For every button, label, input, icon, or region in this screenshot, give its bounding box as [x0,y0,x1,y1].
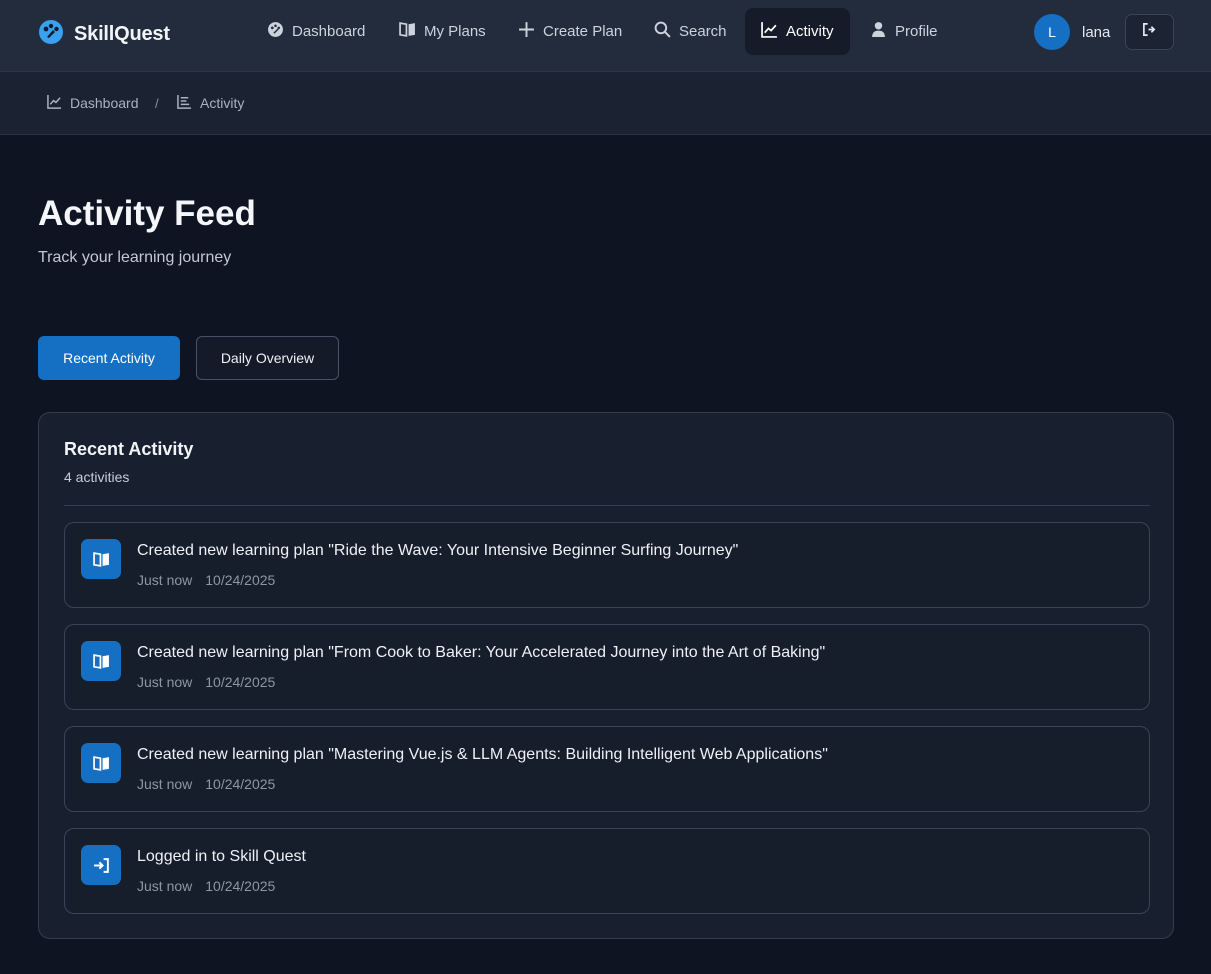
nav-label: My Plans [424,23,486,40]
sign-in-icon [81,845,121,885]
activity-time: Just now [137,572,193,588]
page-title: Activity Feed [38,194,256,233]
palette-icon [267,21,284,42]
activity-meta: Just now 10/24/2025 [137,878,275,894]
user-icon [870,21,887,42]
activity-text: Created new learning plan "Mastering Vue… [137,746,828,763]
tab-recent-activity[interactable]: Recent Activity [38,336,180,380]
breadcrumb-label: Activity [200,95,245,111]
activity-date: 10/24/2025 [205,776,276,792]
username: lana [1082,23,1111,41]
activity-text: Created new learning plan "Ride the Wave… [137,542,739,559]
activity-item[interactable]: Logged in to Skill Quest Just now 10/24/… [64,828,1150,914]
palette-icon [38,19,64,50]
activity-meta: Just now 10/24/2025 [137,572,275,588]
activity-time: Just now [137,776,193,792]
search-icon [654,21,671,42]
book-icon [81,539,121,579]
breadcrumb: Dashboard / Activity [0,72,1211,135]
nav-activity[interactable]: Activity [745,8,850,55]
nav-label: Create Plan [543,23,623,40]
book-icon [81,641,121,681]
panel-title: Recent Activity [64,439,194,459]
breadcrumb-dashboard[interactable]: Dashboard [47,94,139,112]
nav-label: Profile [895,23,938,40]
nav-search[interactable]: Search [638,8,743,55]
top-navbar: SkillQuest Dashboard My Plans Create Pla… [0,0,1211,72]
activity-item[interactable]: Created new learning plan "Mastering Vue… [64,726,1150,812]
activity-item[interactable]: Created new learning plan "Ride the Wave… [64,522,1150,608]
book-icon [399,21,416,42]
activity-date: 10/24/2025 [205,878,276,894]
activity-text: Logged in to Skill Quest [137,848,306,865]
brand[interactable]: SkillQuest [38,19,170,50]
activity-item[interactable]: Created new learning plan "From Cook to … [64,624,1150,710]
activity-meta: Just now 10/24/2025 [137,674,275,690]
user-menu[interactable]: L lana [1034,14,1110,50]
nav-label: Activity [786,23,834,40]
nav-label: Search [679,23,727,40]
activity-date: 10/24/2025 [205,674,276,690]
activity-text: Created new learning plan "From Cook to … [137,644,826,661]
activity-time: Just now [137,674,193,690]
page-subtitle: Track your learning journey [38,249,232,266]
book-icon [81,743,121,783]
nav-dashboard[interactable]: Dashboard [251,8,381,55]
breadcrumb-label: Dashboard [70,95,139,111]
breadcrumb-separator: / [155,96,159,111]
activity-panel: Recent Activity 4 activities Created new… [38,412,1174,939]
logout-button[interactable] [1125,14,1174,50]
brand-name: SkillQuest [74,23,170,45]
activity-meta: Just now 10/24/2025 [137,776,275,792]
nav-profile[interactable]: Profile [854,8,954,55]
nav-my-plans[interactable]: My Plans [383,8,502,55]
breadcrumb-activity[interactable]: Activity [177,94,244,112]
tab-daily-overview[interactable]: Daily Overview [196,336,339,380]
chart-line-icon [47,94,62,112]
plus-icon [518,21,535,42]
chart-line-icon [761,21,778,42]
activity-time: Just now [137,878,193,894]
sign-out-icon [1142,22,1157,42]
activity-date: 10/24/2025 [205,572,276,588]
list-icon [177,94,192,112]
activity-count: 4 activities [64,469,130,485]
divider [64,505,1150,506]
nav-create-plan[interactable]: Create Plan [502,8,638,55]
avatar[interactable]: L [1034,14,1070,50]
nav-label: Dashboard [292,23,366,40]
